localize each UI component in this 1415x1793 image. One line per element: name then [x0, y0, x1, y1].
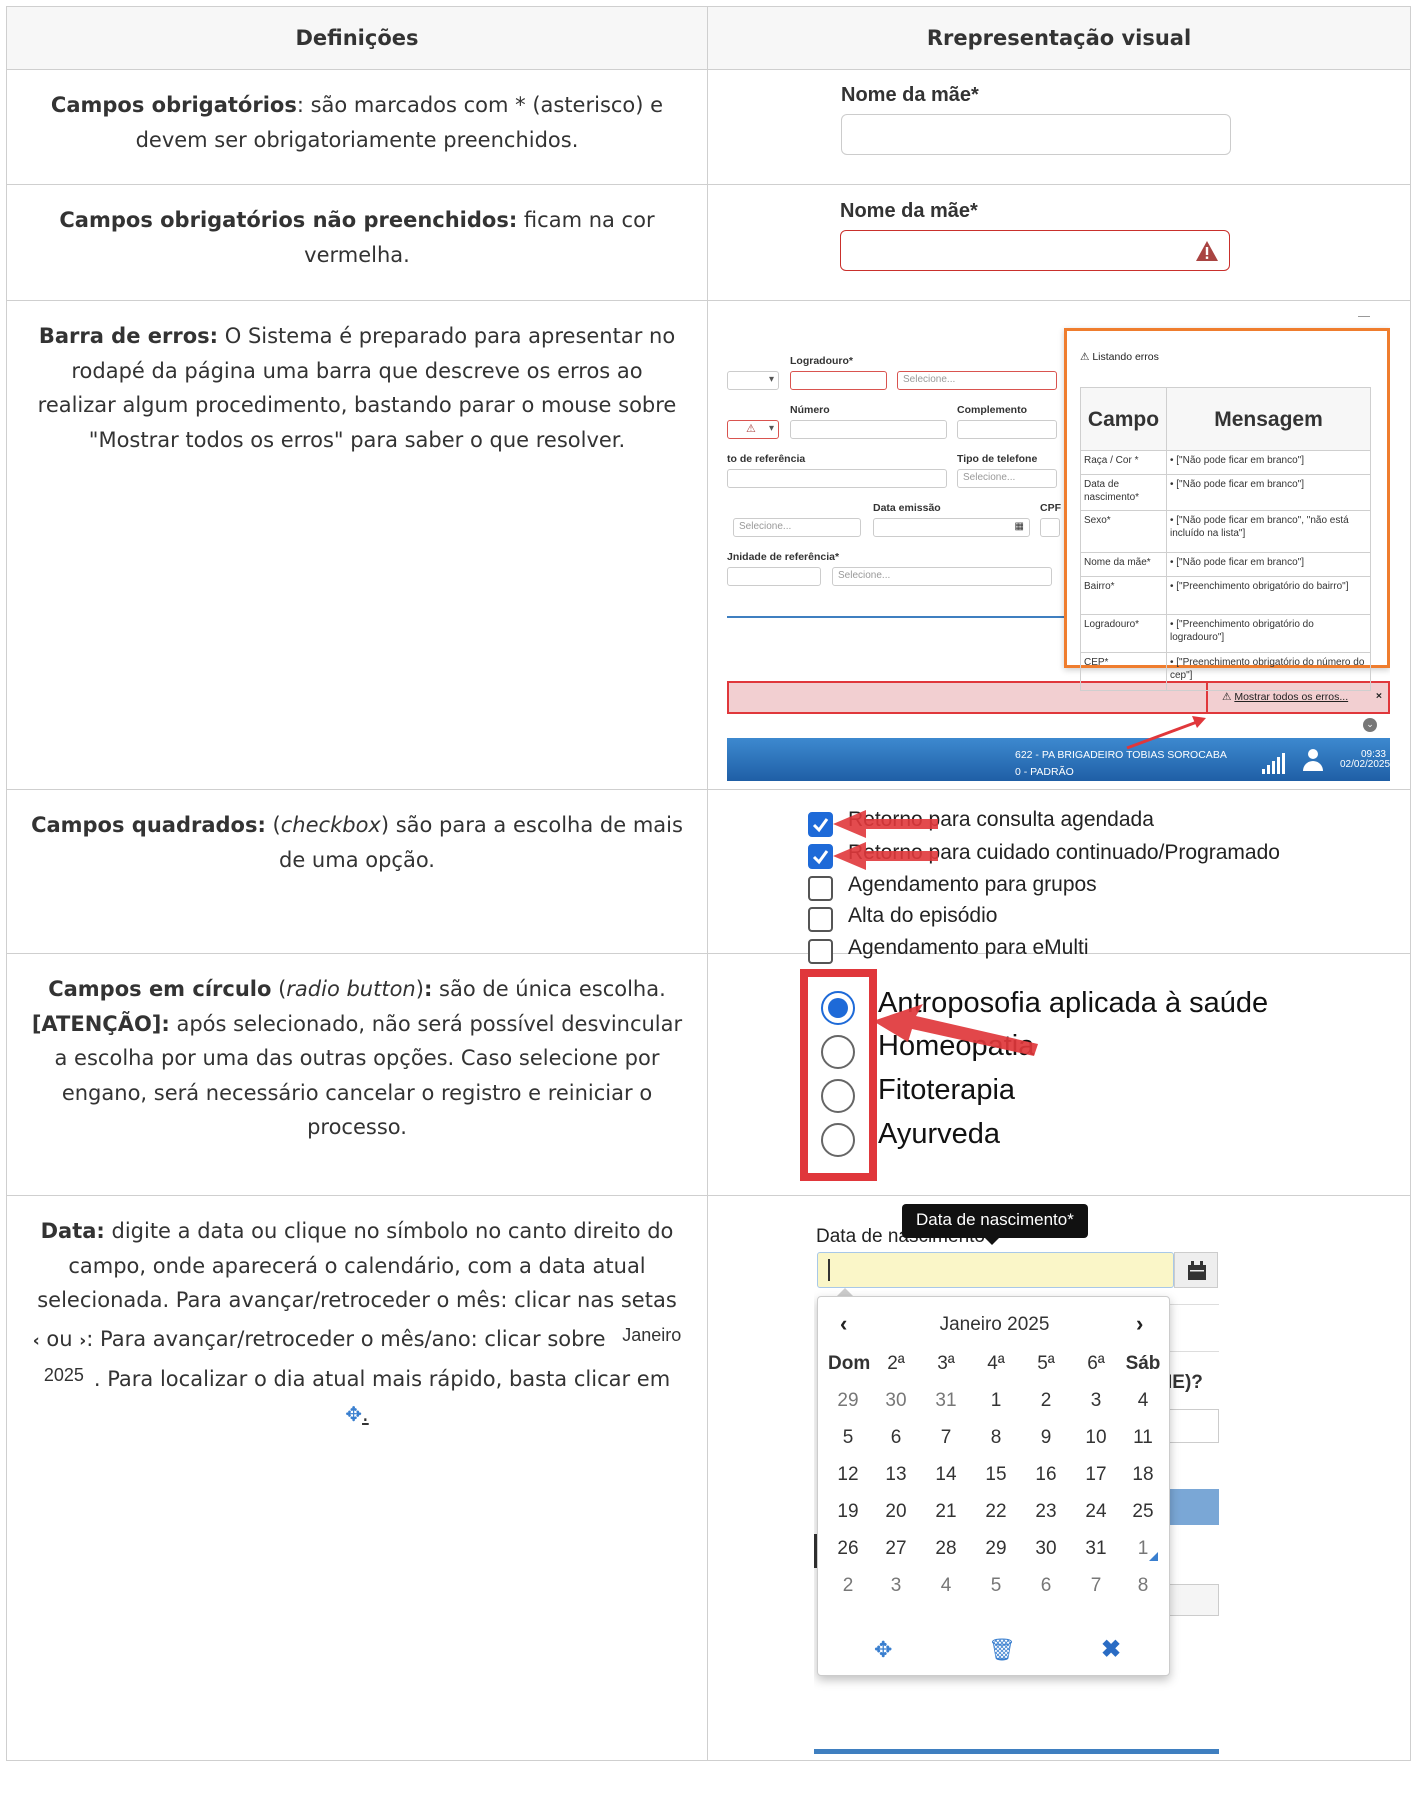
calendar-day[interactable]: 4 [1123, 1390, 1163, 1412]
birth-date-input[interactable] [817, 1252, 1174, 1288]
chevron-left-icon: ‹ [32, 1330, 40, 1351]
calendar-day[interactable]: 8 [1123, 1575, 1163, 1597]
header-definitions: Definições [6, 6, 708, 70]
weekday-header: 4ª [987, 1353, 1005, 1374]
trash-icon[interactable]: 🗑 [988, 1637, 1016, 1663]
calendar-day[interactable]: 3 [1076, 1390, 1116, 1412]
today-marker-icon [1149, 1552, 1158, 1561]
calendar-day[interactable]: 24 [1076, 1501, 1116, 1523]
def-error-bar: Barra de erros: O Sistema é preparado pa… [6, 300, 708, 790]
calendar-day[interactable]: 1 [976, 1390, 1016, 1412]
arrow-annotation [873, 1004, 1038, 1056]
crosshair-icon: ✥ [345, 1401, 363, 1426]
calendar-day[interactable]: 5 [976, 1575, 1016, 1597]
calendar-day[interactable]: 19 [828, 1501, 868, 1523]
calendar-day[interactable]: 31 [926, 1390, 966, 1412]
calendar-day[interactable]: 7 [926, 1427, 966, 1449]
calendar-day[interactable]: 25 [1123, 1501, 1163, 1523]
visual-required-empty: Nome da mãe* [707, 184, 1411, 301]
calendar-day[interactable]: 5 [828, 1427, 868, 1449]
calendar-icon [1188, 1261, 1206, 1280]
calendar-day[interactable]: 27 [876, 1538, 916, 1560]
calendar-day[interactable]: 7 [1076, 1575, 1116, 1597]
tooltip: Data de nascimento* [902, 1204, 1088, 1238]
calendar-day[interactable]: 26 [828, 1538, 868, 1560]
calendar-day[interactable]: 29 [976, 1538, 1016, 1560]
calendar-day[interactable]: 28 [926, 1538, 966, 1560]
arrow-annotation [833, 810, 938, 870]
calendar-day[interactable]: 15 [976, 1464, 1016, 1486]
arrow-annotation [1126, 716, 1206, 750]
calendar-day[interactable]: 3 [876, 1575, 916, 1597]
weekday-header: 2ª [887, 1353, 905, 1374]
weekday-header: 5ª [1037, 1353, 1055, 1374]
today-crosshair-icon[interactable]: ✥ [874, 1637, 892, 1663]
calendar-day[interactable]: 9 [1026, 1427, 1066, 1449]
calendar-day[interactable]: 18 [1123, 1464, 1163, 1486]
calendar-day[interactable]: 16 [1026, 1464, 1066, 1486]
calendar-day[interactable]: 10 [1076, 1427, 1116, 1449]
calendar-day[interactable]: 2 [1026, 1390, 1066, 1412]
calendar-day[interactable]: 8 [976, 1427, 1016, 1449]
calendar-day[interactable]: 2 [828, 1575, 868, 1597]
field-label: Nome da mãe* [840, 200, 978, 222]
calendar-day[interactable]: 22 [976, 1501, 1016, 1523]
calendar-day[interactable]: 13 [876, 1464, 916, 1486]
calendar-day[interactable]: 30 [876, 1390, 916, 1412]
def-radio: Campos em círculo (radio button): são de… [6, 953, 708, 1196]
visual-checkbox: Retorno para consulta agendada Retorno p… [707, 789, 1411, 964]
weekday-header: 3ª [937, 1353, 955, 1374]
calendar-day[interactable]: 6 [876, 1427, 916, 1449]
weekday-header: Sáb [1125, 1353, 1161, 1374]
mother-name-input-error[interactable] [840, 230, 1230, 271]
visual-required-field: Nome da mãe* [707, 69, 1411, 185]
weekday-header: 6ª [1087, 1353, 1105, 1374]
calendar-title[interactable]: Janeiro 2025 [818, 1314, 1171, 1336]
calendar-day[interactable]: 11 [1123, 1427, 1163, 1449]
calendar-day[interactable]: 4 [926, 1575, 966, 1597]
calendar-button[interactable] [1174, 1252, 1218, 1288]
calendar-day[interactable]: 17 [1076, 1464, 1116, 1486]
calendar-day[interactable]: 23 [1026, 1501, 1066, 1523]
weekday-header: Dom [828, 1353, 871, 1374]
calendar-day[interactable]: 6 [1026, 1575, 1066, 1597]
close-icon[interactable]: ✖ [1101, 1635, 1121, 1664]
calendar-day[interactable]: 12 [828, 1464, 868, 1486]
calendar-day[interactable]: 31 [1076, 1538, 1116, 1560]
visual-radio: Antroposofia aplicada à saúde Homeopatia… [707, 953, 1411, 1196]
calendar-day[interactable]: 14 [926, 1464, 966, 1486]
def-date: Data: digite a data ou clique no símbolo… [6, 1195, 708, 1761]
definitions-table: Definições Rrepresentação visual Campos … [6, 6, 1411, 1761]
mother-name-input[interactable] [841, 114, 1231, 155]
def-checkbox: Campos quadrados: (checkbox) são para a … [6, 789, 708, 954]
field-label: Nome da mãe* [841, 84, 979, 106]
visual-date: Data de nascimento* Data de nascimento* … [707, 1195, 1411, 1761]
calendar-day[interactable]: 29 [828, 1390, 868, 1412]
calendar-popup: ‹ Janeiro 2025 › Dom 2ª 3ª 4ª 5ª 6ª Sáb 29 30 31… [817, 1296, 1170, 1676]
visual-error-bar: Logradouro* ▾ Selecione... Número Comple… [707, 300, 1411, 790]
header-visual: Rrepresentação visual [707, 6, 1411, 70]
date-screenshot: Data de nascimento* Data de nascimento* … [814, 1204, 1219, 1754]
calendar-day[interactable]: 21 [926, 1501, 966, 1523]
chevron-right-icon[interactable]: › [1136, 1311, 1143, 1337]
warning-icon [1196, 241, 1218, 261]
def-required-fields: Campos obrigatórios: são marcados com * … [6, 69, 708, 185]
def-required-empty: Campos obrigatórios não preenchidos: fic… [6, 184, 708, 301]
calendar-day[interactable]: 30 [1026, 1538, 1066, 1560]
error-screenshot: Logradouro* ▾ Selecione... Número Comple… [727, 314, 1390, 781]
calendar-day[interactable]: 20 [876, 1501, 916, 1523]
